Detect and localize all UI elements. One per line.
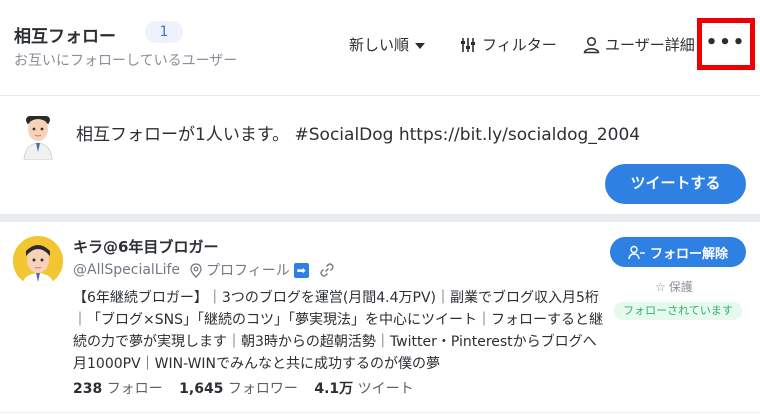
location-pin-icon — [190, 262, 202, 278]
following-count: 238 — [73, 381, 103, 397]
star-icon: ☆ — [655, 279, 666, 294]
page-header: 相互フォロー 1 お互いにフォローしているユーザー 新しい順 フィルター ユーザ… — [0, 0, 760, 96]
user-stats: 238 フォロー 1,645 フォロワー 4.1万 ツイート — [73, 378, 426, 398]
user-handle-row: @AllSpecialLife プロフィール ➡ — [73, 260, 335, 280]
protect-label: 保護 — [668, 280, 693, 294]
user-handle: @AllSpecialLife — [73, 262, 181, 278]
user-avatar[interactable] — [13, 236, 63, 286]
card-divider — [0, 412, 760, 413]
protect-toggle[interactable]: ☆ 保護 — [655, 278, 693, 295]
followers-count: 1,645 — [179, 381, 224, 397]
profile-label: プロフィール — [206, 263, 290, 279]
avatar-illustration — [13, 236, 63, 286]
user-card: キラ@6年目ブロガー @AllSpecialLife プロフィール ➡ 【6年継… — [0, 222, 760, 415]
tweet-composer: 相互フォローが1人います。 #SocialDog https://bit.ly/… — [0, 96, 760, 214]
page-subtitle: お互いにフォローしているユーザー — [14, 53, 238, 69]
following-label: フォロー — [106, 381, 163, 397]
unfollow-button[interactable]: フォロー解除 — [610, 237, 746, 267]
followed-by-badge: フォローされています — [614, 302, 742, 320]
tweets-label: ツイート — [357, 381, 414, 397]
followers-label: フォロワー — [227, 381, 298, 397]
count-badge: 1 — [145, 21, 183, 43]
unfollow-label: フォロー解除 — [649, 245, 728, 261]
arrow-right-icon: ➡ — [293, 262, 309, 278]
tweet-draft-text[interactable]: 相互フォローが1人います。 #SocialDog https://bit.ly/… — [76, 120, 640, 145]
user-bio: 【6年継続ブロガー】｜3つのブログを運営(月間4.4万PV)｜副業でブログ収入月… — [73, 290, 603, 372]
tweet-button[interactable]: ツイートする — [605, 164, 746, 204]
user-minus-icon — [628, 245, 645, 259]
more-dots-icon: ••• — [705, 32, 747, 53]
filter-label: フィルター — [482, 36, 557, 54]
user-detail-button[interactable]: ユーザー詳細 — [583, 34, 696, 55]
sort-dropdown[interactable]: 新しい順 — [349, 34, 426, 55]
caret-down-icon — [415, 42, 426, 49]
tweets-count: 4.1万 — [314, 381, 354, 397]
user-name[interactable]: キラ@6年目ブロガー — [73, 236, 218, 257]
page-title: 相互フォロー — [14, 27, 116, 47]
section-divider — [0, 214, 760, 222]
user-icon — [583, 36, 600, 53]
user-detail-label: ユーザー詳細 — [605, 36, 695, 54]
more-options-button[interactable]: ••• — [697, 18, 755, 70]
avatar — [23, 116, 53, 160]
filter-button[interactable]: フィルター — [459, 34, 557, 55]
link-icon[interactable] — [319, 262, 335, 278]
profile-link[interactable]: プロフィール ➡ — [190, 260, 309, 280]
sort-label: 新しい順 — [349, 36, 410, 54]
sliders-icon — [461, 37, 475, 52]
